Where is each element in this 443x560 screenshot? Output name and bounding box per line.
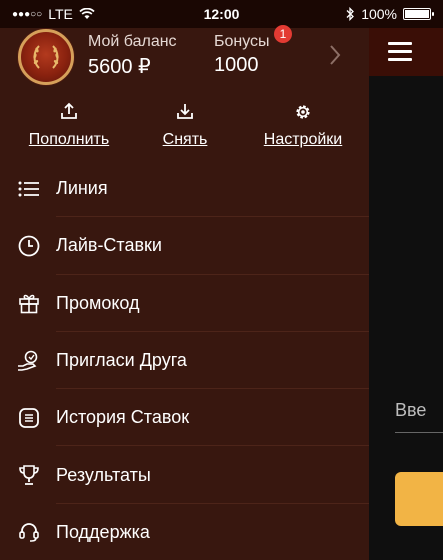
side-drawer: Мой баланс 5600 ₽ Бонусы 1000 1 Пополнит… bbox=[0, 25, 369, 560]
menu-item-label: Результаты bbox=[56, 464, 151, 485]
menu-item-label: Линия bbox=[56, 178, 108, 199]
status-right: 100% bbox=[346, 6, 434, 22]
withdraw-button[interactable]: Снять bbox=[152, 102, 218, 149]
settings-label[interactable]: Настройки bbox=[258, 131, 348, 149]
background-screen: Вве bbox=[369, 28, 443, 560]
chevron-right-icon[interactable] bbox=[328, 44, 342, 66]
menu-item-support[interactable]: Поддержка bbox=[0, 504, 369, 560]
deposit-label[interactable]: Пополнить bbox=[24, 131, 114, 149]
menu-list: Линия Лайв-Ставки Промокод Пригласи Друг… bbox=[0, 160, 369, 560]
menu-item-label: Промокод bbox=[56, 292, 140, 313]
menu-item-label: Лайв-Ставки bbox=[56, 235, 162, 256]
menu-item-label: Пригласи Друга bbox=[56, 350, 187, 371]
gift-icon bbox=[16, 290, 42, 316]
menu-item-results[interactable]: Результаты bbox=[0, 446, 369, 504]
laurel-wreath-icon bbox=[33, 45, 59, 69]
balance-value: 5600 ₽ bbox=[88, 56, 151, 78]
menu-item-bet-history[interactable]: История Ставок bbox=[0, 389, 369, 447]
balance-label: Мой баланс bbox=[88, 33, 177, 50]
invite-friend-icon bbox=[16, 348, 42, 374]
bluetooth-icon bbox=[346, 7, 355, 21]
menu-item-invite-friend[interactable]: Пригласи Друга bbox=[0, 332, 369, 390]
menu-item-live-bets[interactable]: Лайв-Ставки bbox=[0, 217, 369, 275]
list-icon bbox=[16, 176, 42, 202]
status-bar: ●●●○○ LTE 12:00 100% bbox=[0, 0, 443, 28]
app-screen: ●●●○○ LTE 12:00 100% Мой баланс 5600 ₽ Б… bbox=[0, 0, 443, 560]
menu-item-line[interactable]: Линия bbox=[0, 160, 369, 218]
history-icon bbox=[16, 405, 42, 431]
trophy-icon bbox=[16, 462, 42, 488]
settings-button[interactable]: Настройки bbox=[258, 102, 348, 149]
headset-icon bbox=[16, 519, 42, 545]
withdraw-label[interactable]: Снять bbox=[152, 131, 218, 149]
bonus-block: Бонусы 1000 bbox=[214, 33, 270, 77]
menu-item-label: История Ставок bbox=[56, 407, 190, 428]
upload-icon bbox=[61, 102, 77, 119]
battery-icon bbox=[403, 8, 434, 20]
input-underline bbox=[395, 432, 443, 433]
deposit-button[interactable]: Пополнить bbox=[24, 102, 114, 149]
quick-actions: Пополнить Снять Настройки bbox=[0, 102, 369, 154]
gear-icon bbox=[296, 105, 310, 119]
hamburger-menu-icon[interactable] bbox=[388, 42, 412, 66]
input-placeholder[interactable]: Вве bbox=[395, 400, 426, 421]
bonus-label: Бонусы bbox=[214, 33, 270, 50]
primary-button[interactable] bbox=[395, 472, 443, 526]
clock-icon bbox=[16, 233, 42, 259]
profile-header[interactable]: Мой баланс 5600 ₽ Бонусы 1000 1 bbox=[0, 25, 369, 88]
bonus-notification-badge: 1 bbox=[274, 25, 292, 43]
background-content: Вве bbox=[369, 76, 443, 560]
battery-percent: 100% bbox=[361, 6, 397, 22]
download-icon bbox=[177, 104, 193, 119]
bonus-value: 1000 bbox=[214, 54, 259, 76]
balance-block: Мой баланс 5600 ₽ bbox=[88, 33, 177, 79]
menu-item-promocode[interactable]: Промокод bbox=[0, 275, 369, 332]
menu-item-label: Поддержка bbox=[56, 521, 150, 542]
top-bar bbox=[369, 28, 443, 76]
avatar[interactable] bbox=[18, 29, 74, 85]
